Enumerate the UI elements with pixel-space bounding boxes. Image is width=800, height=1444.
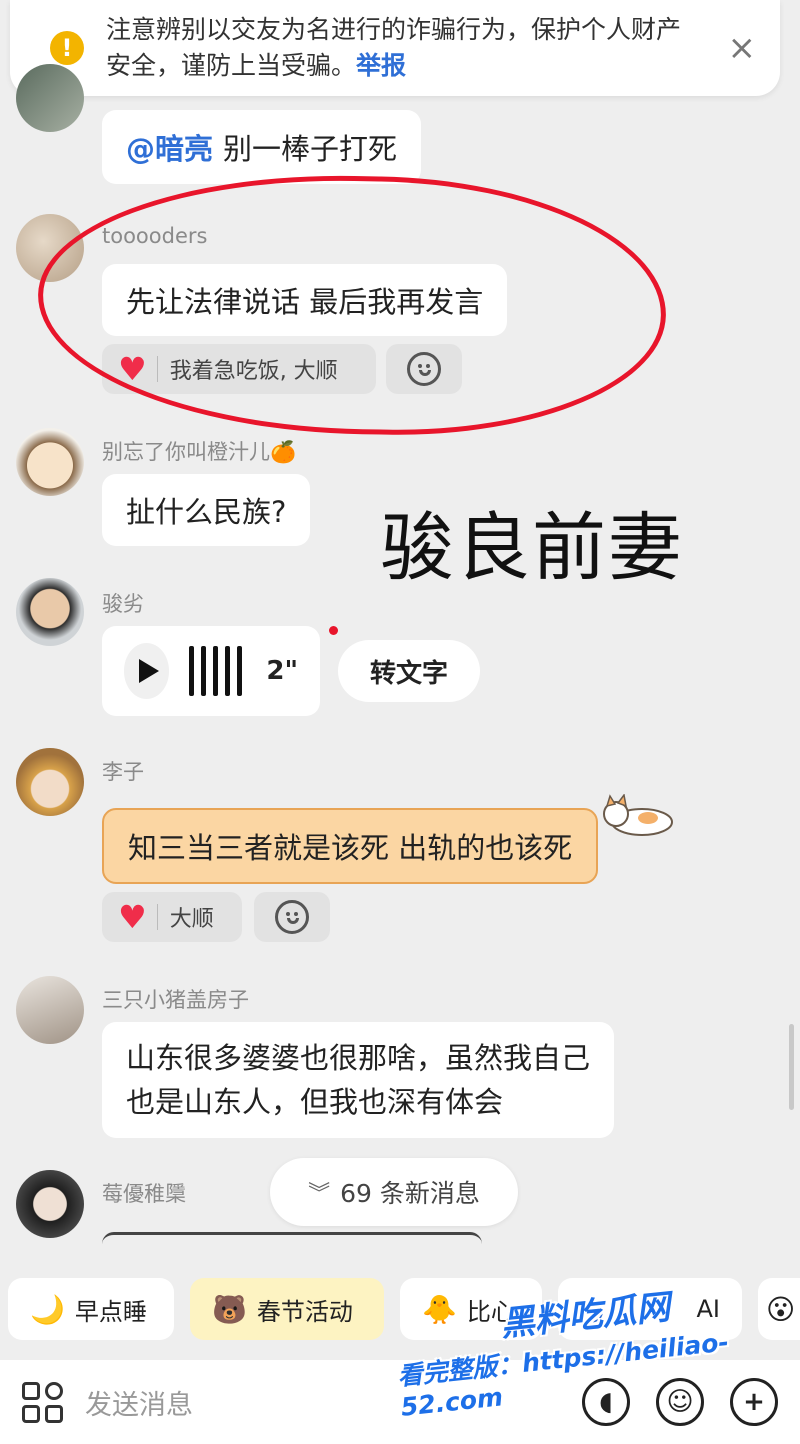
avatar[interactable]: [16, 64, 84, 132]
message-bubble[interactable]: 知三当三者就是该死 出轨的也该死: [102, 808, 599, 884]
username: 莓優稚檃: [102, 1182, 186, 1206]
new-messages-label: 69 条新消息: [340, 1179, 480, 1208]
mention[interactable]: @暗亮: [126, 126, 213, 168]
double-chevron-down-icon: ︾: [308, 1182, 331, 1207]
chip-label: 早点睡: [74, 1297, 147, 1326]
cat-sticker-icon: [598, 793, 678, 838]
close-icon[interactable]: ×: [728, 28, 757, 68]
divider: [156, 904, 158, 930]
username: 李子: [102, 760, 144, 784]
waveform-icon: [189, 646, 243, 696]
message-text: 扯什么民族?: [126, 495, 287, 529]
moon-icon: 🌙: [30, 1292, 65, 1326]
fraud-warning-banner: ! 注意辨别以交友为名进行的诈骗行为，保护个人财产安全，谨防上当受骗。举报 ×: [10, 0, 780, 96]
chip-label: 春节活动: [256, 1297, 353, 1326]
heart-icon: ♥: [118, 898, 147, 936]
chick-icon: 🐥: [422, 1292, 457, 1326]
avatar[interactable]: [16, 1170, 84, 1238]
transcribe-button[interactable]: 转文字: [338, 640, 480, 702]
avatar[interactable]: [16, 578, 84, 646]
chip-label: AI: [696, 1295, 721, 1323]
warning-icon: !: [50, 31, 84, 65]
scrollbar[interactable]: [789, 1024, 794, 1110]
avatar[interactable]: [16, 428, 84, 496]
avatar[interactable]: [16, 976, 84, 1044]
smile-icon: [275, 900, 309, 934]
unread-dot: [329, 626, 338, 635]
username: 别忘了你叫橙汁儿🍊: [102, 440, 297, 464]
apps-grid-icon[interactable]: [22, 1381, 63, 1423]
username: 三只小猪盖房子: [102, 988, 249, 1012]
warning-text: 注意辨别以交友为名进行的诈骗行为，保护个人财产安全，谨防上当受骗。举报: [106, 15, 682, 80]
new-messages-button[interactable]: ︾ 69 条新消息: [270, 1158, 518, 1226]
overlay-caption: 骏良前妻: [380, 505, 684, 591]
red-annotation-circle: [35, 170, 669, 440]
add-reaction-button[interactable]: [254, 892, 330, 942]
username: 骏劣: [102, 592, 144, 616]
reaction-users: 大顺: [169, 907, 214, 932]
message-bubble[interactable]: @暗亮 别一棒子打死: [102, 110, 422, 184]
voice-duration: 2": [266, 656, 298, 686]
message-bubble[interactable]: 山东很多婆婆也很那啥，虽然我自己 也是山东人，但我也深有体会: [102, 1022, 615, 1138]
message-text: 知三当三者就是该死 出轨的也该死: [128, 831, 573, 865]
play-icon[interactable]: [124, 643, 170, 699]
message-text: 别一棒子打死: [223, 132, 398, 166]
message-text-line: 山东很多婆婆也很那啥，虽然我自己: [126, 1041, 591, 1075]
message-text-line: 也是山东人，但我也深有体会: [126, 1085, 504, 1119]
partial-sticker-message: [102, 1232, 482, 1262]
chip-spring-festival[interactable]: 🐻 春节活动: [190, 1278, 384, 1340]
chip-sleep[interactable]: 🌙 早点睡: [8, 1278, 174, 1340]
avatar[interactable]: [16, 748, 84, 816]
message-bubble[interactable]: 扯什么民族?: [102, 474, 311, 546]
bear-icon: 🐻: [212, 1292, 247, 1326]
reaction-bar[interactable]: ♥ 大顺: [102, 892, 242, 942]
voice-message[interactable]: 2": [102, 626, 320, 716]
report-link[interactable]: 举报: [356, 51, 406, 80]
